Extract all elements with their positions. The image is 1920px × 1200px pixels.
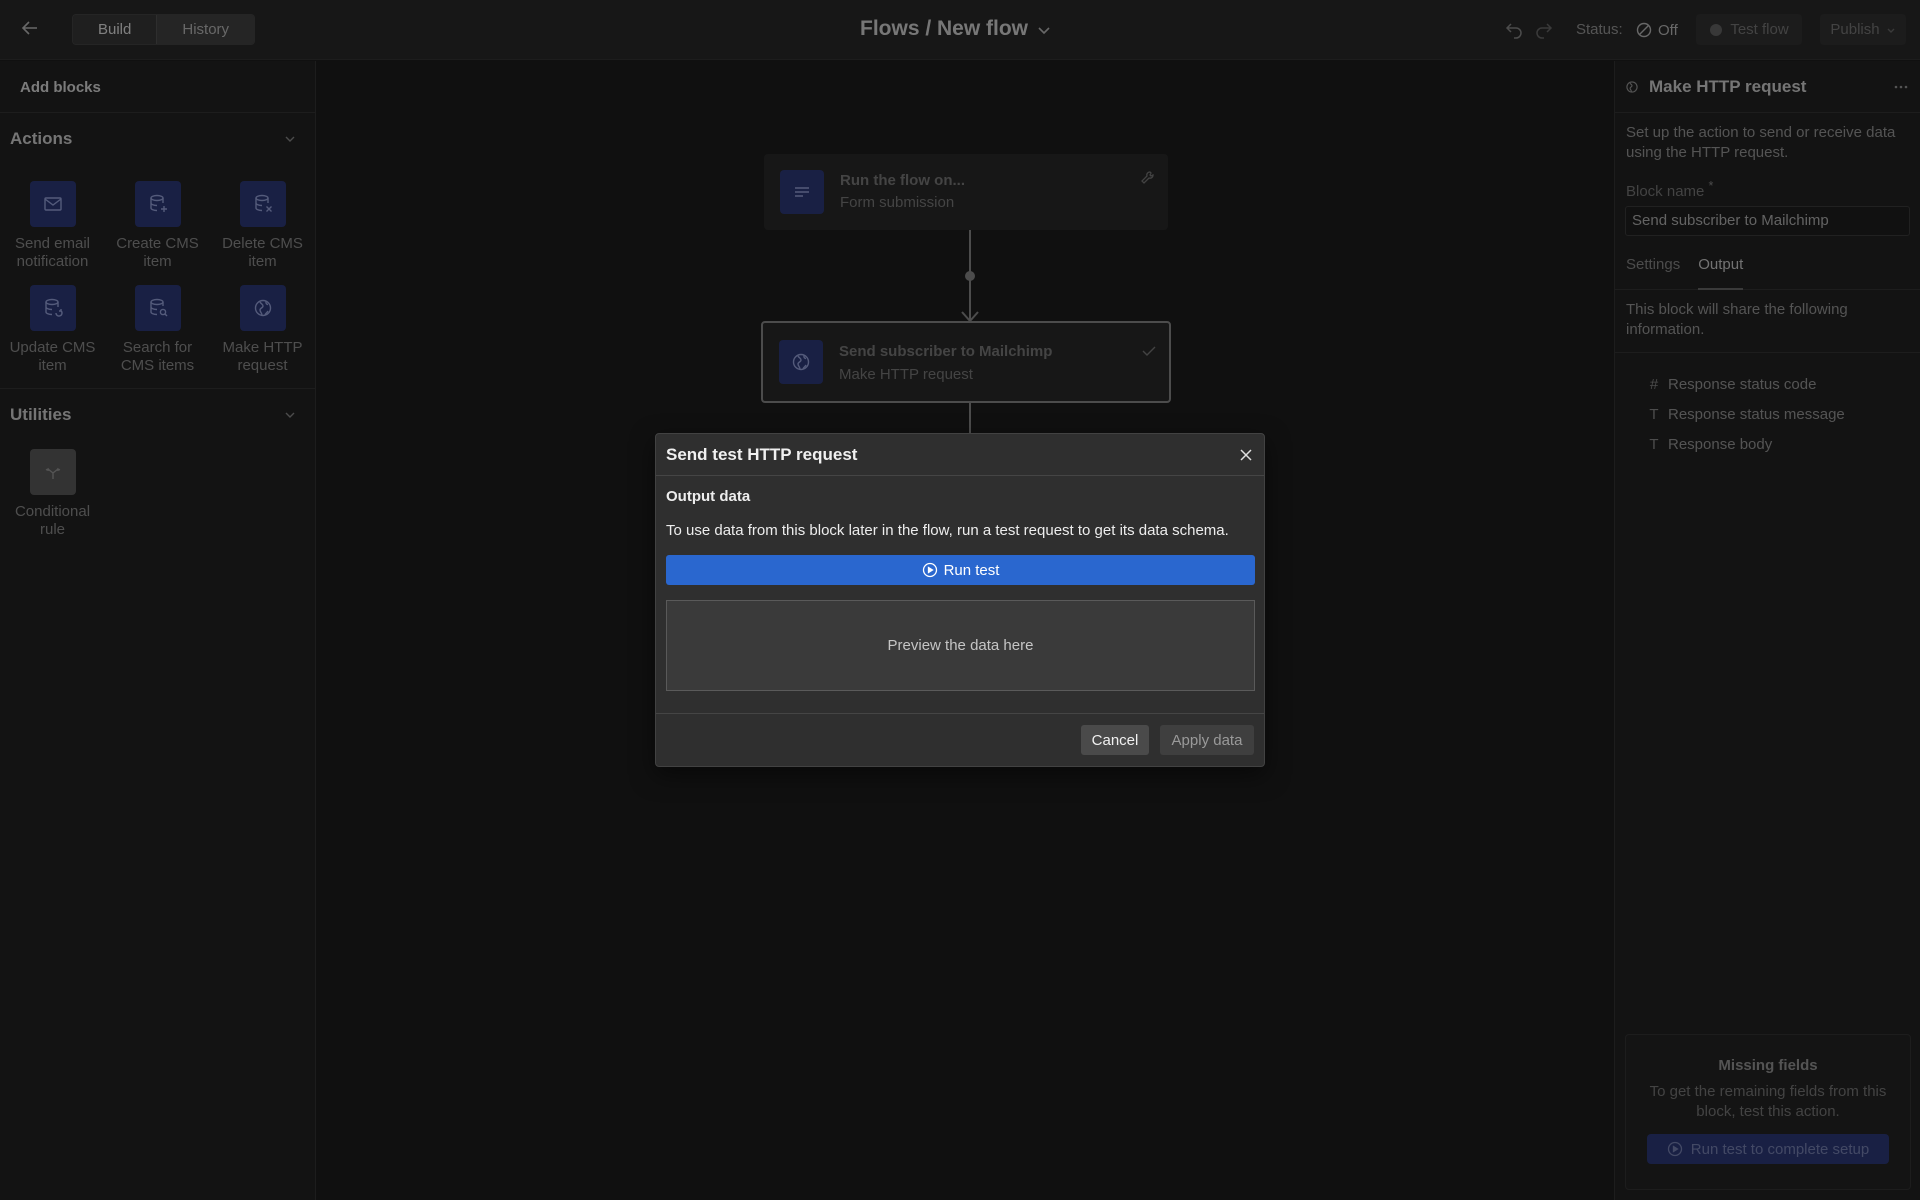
modal-body: Output data To use data from this block …	[656, 476, 1264, 691]
play-circle-icon	[922, 562, 937, 578]
modal-title: Send test HTTP request	[666, 444, 858, 464]
button-label: Run test	[943, 561, 1000, 579]
apply-data-button[interactable]: Apply data	[1160, 725, 1254, 755]
modal-description: To use data from this block later in the…	[666, 522, 1229, 539]
modal-section-title: Output data	[666, 488, 751, 505]
close-icon[interactable]	[1238, 447, 1254, 463]
cancel-button[interactable]: Cancel	[1081, 725, 1149, 755]
modal-footer: Cancel Apply data	[656, 713, 1264, 766]
data-preview-area: Preview the data here	[666, 600, 1255, 691]
modal-header: Send test HTTP request	[656, 434, 1264, 476]
run-test-button[interactable]: Run test	[666, 555, 1255, 585]
send-test-modal: Send test HTTP request Output data To us…	[655, 433, 1265, 767]
